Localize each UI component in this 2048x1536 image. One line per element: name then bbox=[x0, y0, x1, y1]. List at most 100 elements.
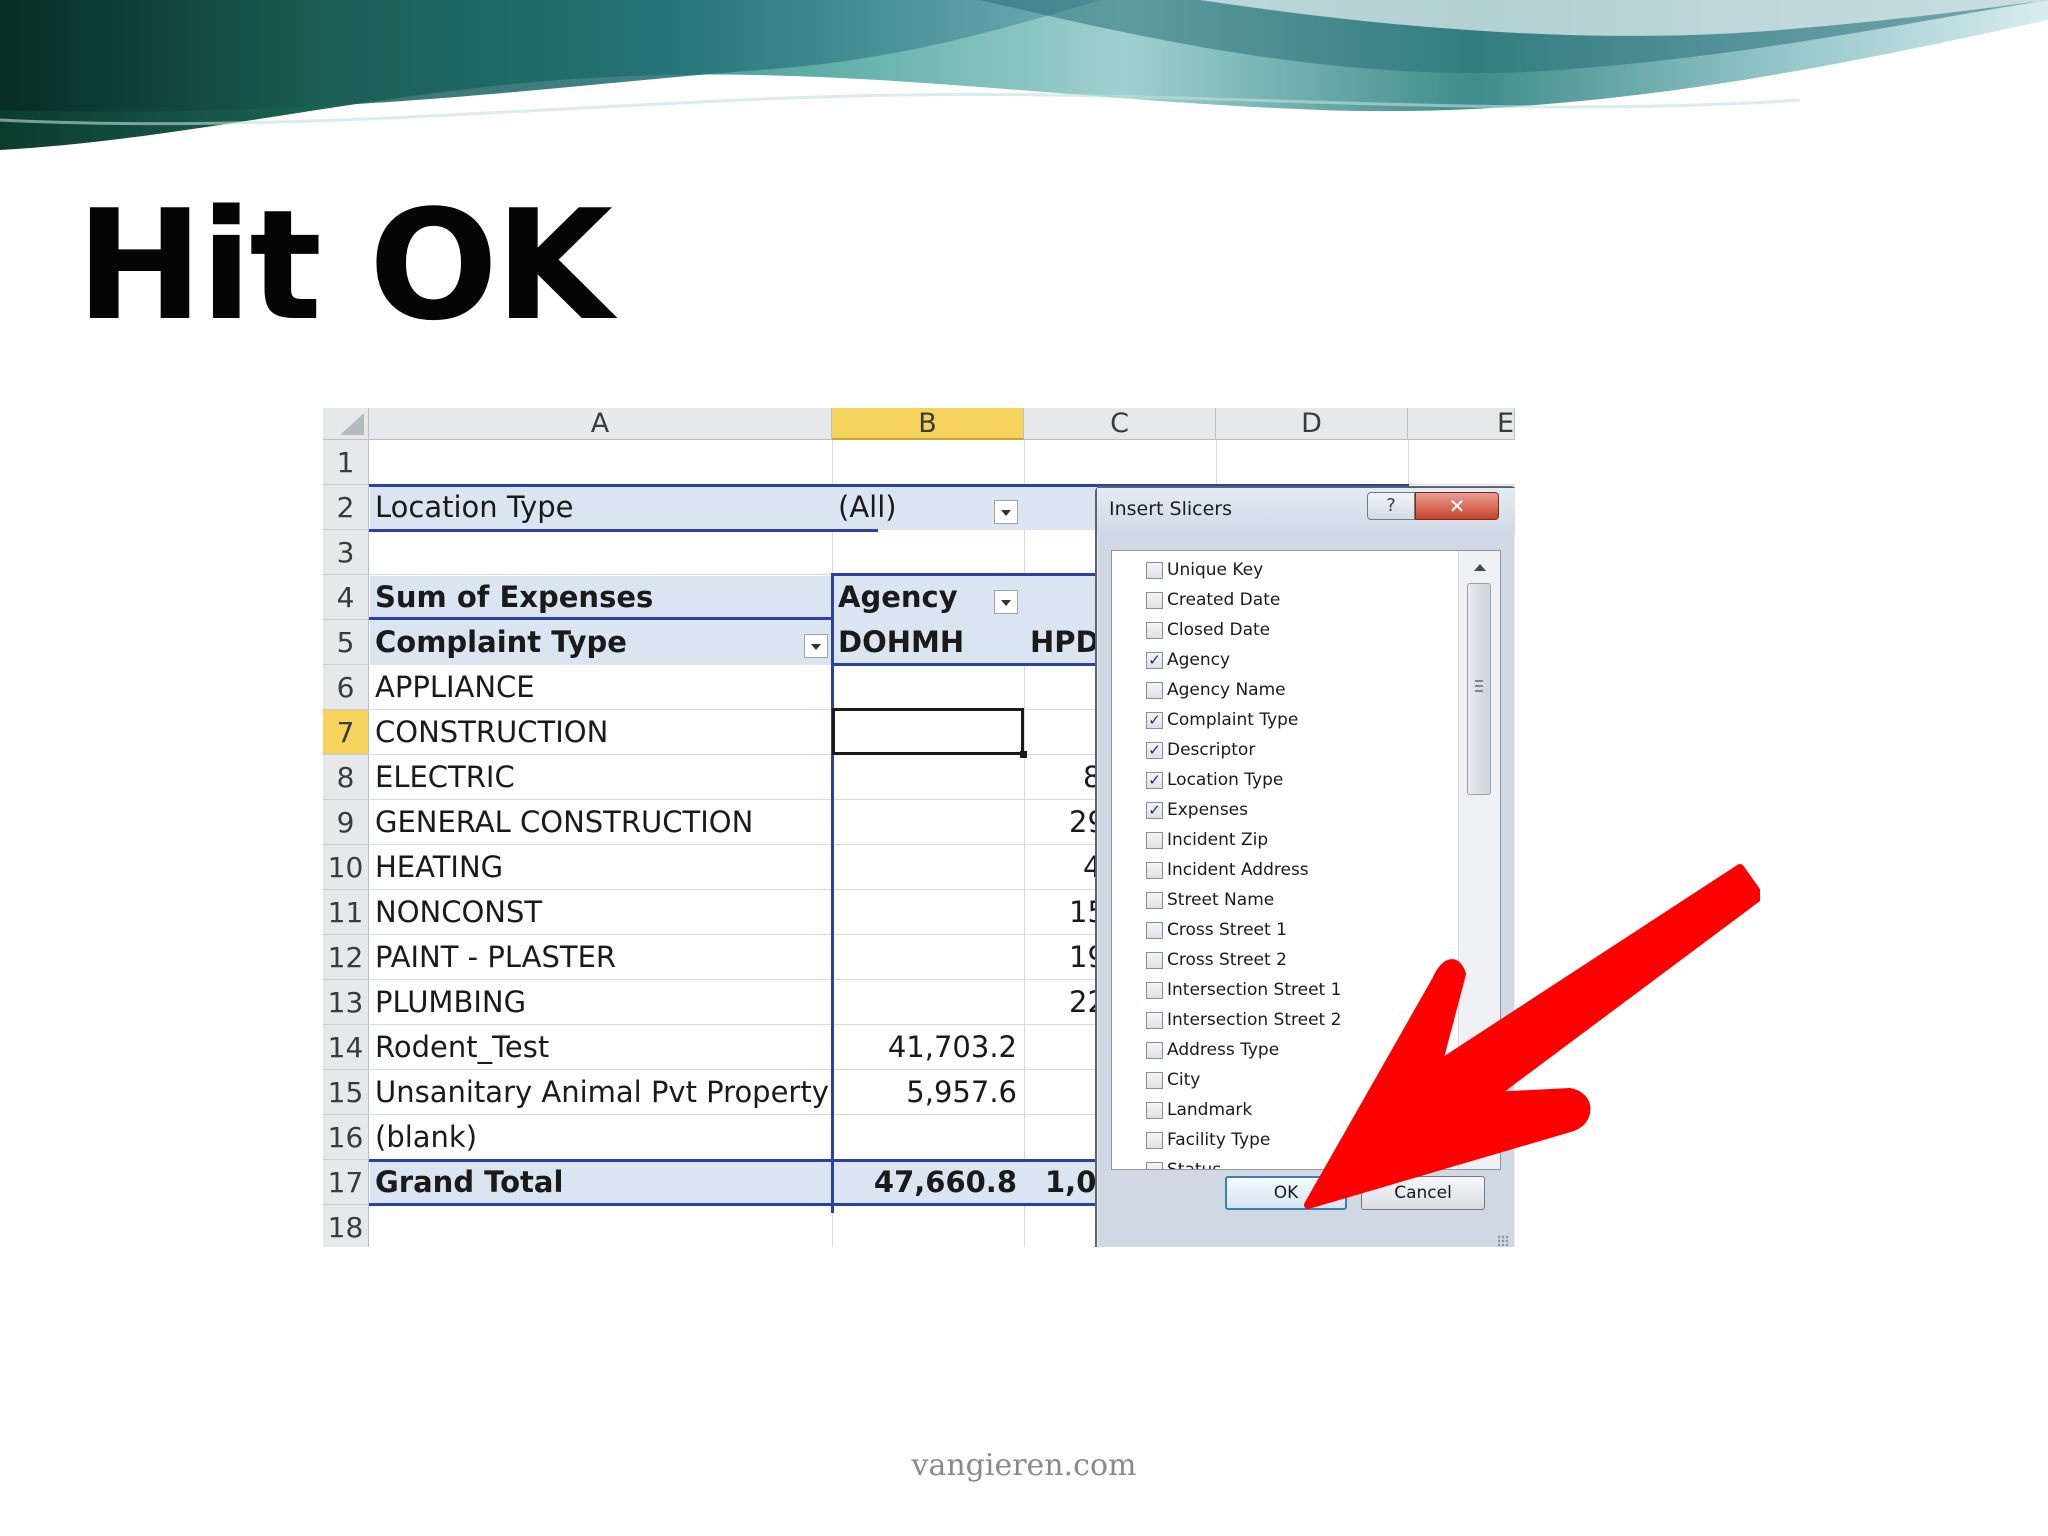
checkbox-unchecked[interactable] bbox=[1146, 1042, 1163, 1059]
slicer-field-label: Cross Street 1 bbox=[1167, 920, 1287, 940]
scroll-up-icon[interactable] bbox=[1469, 559, 1491, 579]
scroll-thumb[interactable] bbox=[1467, 583, 1491, 795]
row-label: Unsanitary Animal Pvt Property bbox=[375, 1075, 829, 1109]
slicer-field-label: Unique Key bbox=[1167, 560, 1264, 580]
chevron-down-icon[interactable] bbox=[994, 590, 1018, 614]
row-label: (blank) bbox=[375, 1120, 478, 1154]
row-header[interactable]: 3 bbox=[323, 530, 369, 575]
column-item: DOHMH bbox=[838, 625, 965, 659]
row-header[interactable]: 4 bbox=[323, 575, 369, 620]
row-label: NONCONST bbox=[375, 895, 543, 929]
dialog-title: Insert Slicers bbox=[1109, 498, 1232, 520]
slicer-field-label: Street Name bbox=[1167, 890, 1275, 910]
checkbox-unchecked[interactable] bbox=[1146, 1162, 1163, 1169]
checkbox-unchecked[interactable] bbox=[1146, 1012, 1163, 1029]
row-header-selected[interactable]: 7 bbox=[323, 710, 369, 755]
slicer-field-label: City bbox=[1167, 1070, 1201, 1090]
checkbox-unchecked[interactable] bbox=[1146, 562, 1163, 579]
dialog-titlebar[interactable]: Insert Slicers ? ✕ bbox=[1097, 488, 1515, 534]
row-header[interactable]: 2 bbox=[323, 485, 369, 530]
slicer-field-item[interactable]: ✓ Complaint Type bbox=[1146, 705, 1446, 735]
checkbox-checked[interactable]: ✓ bbox=[1146, 712, 1163, 729]
row-label: GENERAL CONSTRUCTION bbox=[375, 805, 754, 839]
column-header-a[interactable]: A bbox=[369, 408, 832, 440]
column-item: HPD bbox=[1030, 625, 1100, 659]
grip-icon bbox=[1475, 680, 1483, 692]
row-label: PAINT - PLASTER bbox=[375, 940, 617, 974]
slicer-field-label: Incident Zip bbox=[1167, 830, 1269, 850]
checkbox-unchecked[interactable] bbox=[1146, 1132, 1163, 1149]
row-header[interactable]: 6 bbox=[323, 665, 369, 710]
help-button[interactable]: ? bbox=[1367, 492, 1415, 520]
checkbox-unchecked[interactable] bbox=[1146, 952, 1163, 969]
row-header[interactable]: 1 bbox=[323, 440, 369, 485]
slicer-field-label: Landmark bbox=[1167, 1100, 1253, 1120]
row-label: ELECTRIC bbox=[375, 760, 515, 794]
checkbox-checked[interactable]: ✓ bbox=[1146, 802, 1163, 819]
row-header[interactable]: 10 bbox=[323, 845, 369, 890]
row-header[interactable]: 8 bbox=[323, 755, 369, 800]
column-header-c[interactable]: C bbox=[1024, 408, 1216, 440]
checkbox-unchecked[interactable] bbox=[1146, 892, 1163, 909]
row-label: PLUMBING bbox=[375, 985, 527, 1019]
checkbox-unchecked[interactable] bbox=[1146, 1102, 1163, 1119]
checkbox-unchecked[interactable] bbox=[1146, 832, 1163, 849]
row-header[interactable]: 12 bbox=[323, 935, 369, 980]
row-header[interactable]: 14 bbox=[323, 1025, 369, 1070]
row-header[interactable]: 5 bbox=[323, 620, 369, 665]
slicer-field-item[interactable]: Closed Date bbox=[1146, 615, 1446, 645]
select-all-corner[interactable] bbox=[323, 408, 369, 440]
row-label: CONSTRUCTION bbox=[375, 715, 609, 749]
row-header[interactable]: 11 bbox=[323, 890, 369, 935]
row-header[interactable]: 17 bbox=[323, 1160, 369, 1205]
row-header[interactable]: 9 bbox=[323, 800, 369, 845]
filter-label: Location Type bbox=[375, 490, 574, 524]
slicer-field-item[interactable]: Incident Zip bbox=[1146, 825, 1446, 855]
arrow-icon bbox=[1304, 864, 1760, 1209]
slicer-field-label: Cross Street 2 bbox=[1167, 950, 1287, 970]
slicer-field-label: Address Type bbox=[1167, 1040, 1280, 1060]
close-button[interactable]: ✕ bbox=[1415, 492, 1499, 520]
slicer-field-item[interactable]: ✓ Expenses bbox=[1146, 795, 1446, 825]
row-header[interactable]: 18 bbox=[323, 1205, 369, 1247]
header-swoosh-decoration bbox=[0, 0, 2048, 150]
slicer-field-item[interactable]: Agency Name bbox=[1146, 675, 1446, 705]
checkbox-unchecked[interactable] bbox=[1146, 592, 1163, 609]
column-header-e[interactable]: E bbox=[1408, 408, 1515, 440]
column-header-d[interactable]: D bbox=[1216, 408, 1408, 440]
slicer-field-label: Status bbox=[1167, 1160, 1222, 1170]
column-header-b[interactable]: B bbox=[832, 408, 1024, 440]
slicer-field-label: Created Date bbox=[1167, 590, 1281, 610]
slicer-field-label: Facility Type bbox=[1167, 1130, 1271, 1150]
row-field-label: Complaint Type bbox=[375, 625, 627, 659]
active-cell[interactable] bbox=[832, 708, 1027, 758]
row-header[interactable]: 16 bbox=[323, 1115, 369, 1160]
checkbox-checked[interactable]: ✓ bbox=[1146, 652, 1163, 669]
slicer-field-label: Closed Date bbox=[1167, 620, 1271, 640]
slicer-field-item[interactable]: Unique Key bbox=[1146, 555, 1446, 585]
slicer-field-item[interactable]: ✓ Agency bbox=[1146, 645, 1446, 675]
grand-total-label: Grand Total bbox=[375, 1165, 564, 1199]
filter-value: (All) bbox=[838, 490, 897, 524]
resize-grip-icon[interactable] bbox=[1497, 1235, 1509, 1247]
checkbox-unchecked[interactable] bbox=[1146, 622, 1163, 639]
checkbox-unchecked[interactable] bbox=[1146, 922, 1163, 939]
checkbox-unchecked[interactable] bbox=[1146, 1072, 1163, 1089]
checkbox-checked[interactable]: ✓ bbox=[1146, 742, 1163, 759]
filter-icon[interactable] bbox=[804, 634, 828, 658]
slicer-field-label: Complaint Type bbox=[1167, 710, 1299, 730]
footer-credit: vangieren.com bbox=[911, 1448, 1137, 1483]
row-header[interactable]: 13 bbox=[323, 980, 369, 1025]
slicer-field-item[interactable]: ✓ Descriptor bbox=[1146, 735, 1446, 765]
slicer-field-item[interactable]: Created Date bbox=[1146, 585, 1446, 615]
chevron-down-icon[interactable] bbox=[994, 500, 1018, 524]
slicer-field-label: Expenses bbox=[1167, 800, 1248, 820]
slicer-field-item[interactable]: ✓ Location Type bbox=[1146, 765, 1446, 795]
column-field-label: Agency bbox=[838, 580, 958, 614]
checkbox-checked[interactable]: ✓ bbox=[1146, 772, 1163, 789]
slicer-field-label: Location Type bbox=[1167, 770, 1284, 790]
checkbox-unchecked[interactable] bbox=[1146, 682, 1163, 699]
checkbox-unchecked[interactable] bbox=[1146, 862, 1163, 879]
row-header[interactable]: 15 bbox=[323, 1070, 369, 1115]
checkbox-unchecked[interactable] bbox=[1146, 982, 1163, 999]
